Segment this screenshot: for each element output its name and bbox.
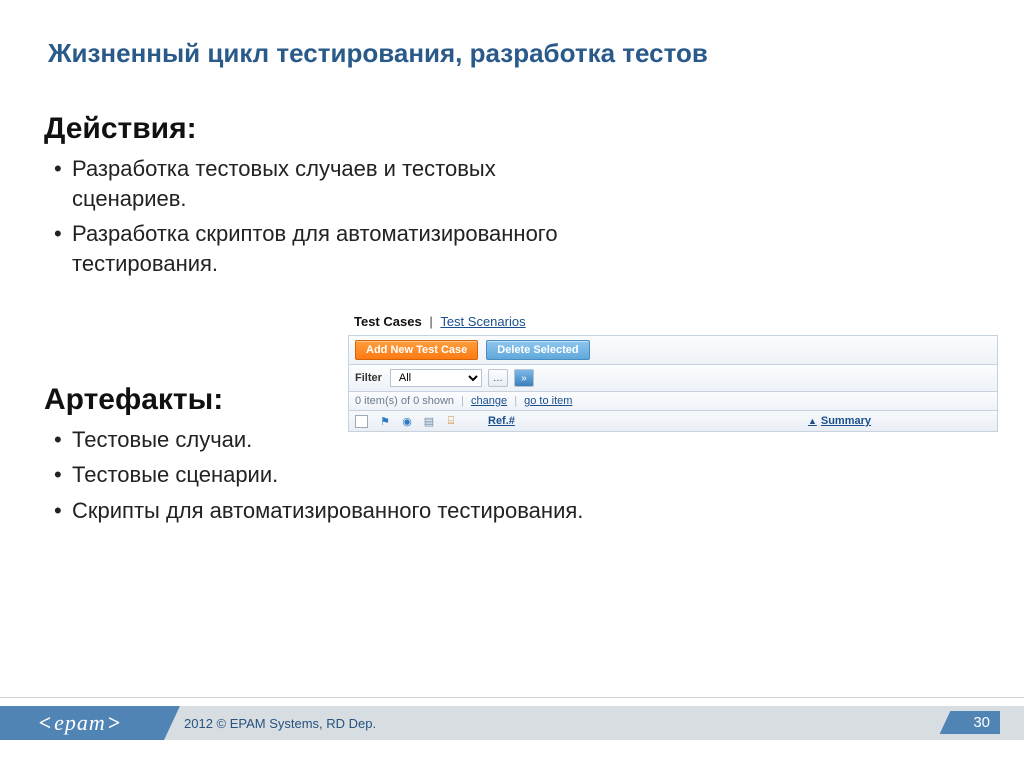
tab-test-scenarios[interactable]: Test Scenarios (440, 314, 525, 329)
add-new-test-case-button[interactable]: Add New Test Case (355, 340, 478, 360)
footer-bar: 2012 © EPAM Systems, RD Dep. (160, 706, 1024, 740)
change-link[interactable]: change (471, 395, 507, 407)
slide-title: Жизненный цикл тестирования, разработка … (48, 38, 984, 69)
filter-row: Filter All … » (348, 365, 998, 392)
column-icons: ⚑ ◉ ▤ ⌸ (378, 414, 458, 428)
copyright: 2012 © EPAM Systems, RD Dep. (184, 716, 376, 731)
column-summary[interactable]: ▲ Summary (808, 415, 871, 427)
filter-label: Filter (355, 372, 382, 384)
filter-select[interactable]: All (390, 369, 482, 387)
footer-divider (0, 697, 1024, 698)
footer: epam 2012 © EPAM Systems, RD Dep. (0, 706, 1024, 740)
page-icon: ▤ (422, 414, 436, 428)
tabs-row: Test Cases | Test Scenarios (348, 312, 998, 335)
delete-selected-button[interactable]: Delete Selected (486, 340, 589, 360)
slide: Жизненный цикл тестирования, разработка … (0, 0, 1024, 768)
list-item: Разработка тестовых случаев и тестовых с… (44, 154, 604, 213)
go-to-item-link[interactable]: go to item (524, 395, 572, 407)
circle-icon: ◉ (400, 414, 414, 428)
actions-heading: Действия: (44, 112, 604, 146)
list-item: Тестовые сценарии. (44, 460, 604, 490)
list-item: Разработка скриптов для автоматизированн… (44, 219, 604, 278)
page-number: 30 (955, 711, 1000, 734)
status-row: 0 item(s) of 0 shown | change | go to it… (348, 392, 998, 411)
filter-go-button[interactable]: » (514, 369, 534, 387)
column-ref[interactable]: Ref.# (488, 415, 515, 427)
status-count: 0 item(s) of 0 shown (355, 395, 454, 407)
epam-logo: epam (0, 706, 160, 740)
table-header: ⚑ ◉ ▤ ⌸ Ref.# ▲ Summary (348, 411, 998, 432)
toolbar: Add New Test Case Delete Selected (348, 335, 998, 365)
actions-list: Разработка тестовых случаев и тестовых с… (44, 154, 604, 279)
filter-more-button[interactable]: … (488, 369, 508, 387)
select-all-checkbox[interactable] (355, 415, 368, 428)
database-icon: ⌸ (444, 414, 458, 428)
tab-separator: | (429, 314, 432, 329)
tab-test-cases[interactable]: Test Cases (354, 314, 422, 329)
test-management-panel: Test Cases | Test Scenarios Add New Test… (348, 312, 998, 432)
list-item: Скрипты для автоматизированного тестиров… (44, 496, 604, 526)
artifacts-list: Тестовые случаи. Тестовые сценарии. Скри… (44, 425, 604, 526)
flag-icon: ⚑ (378, 414, 392, 428)
sort-asc-icon: ▲ (808, 416, 817, 426)
